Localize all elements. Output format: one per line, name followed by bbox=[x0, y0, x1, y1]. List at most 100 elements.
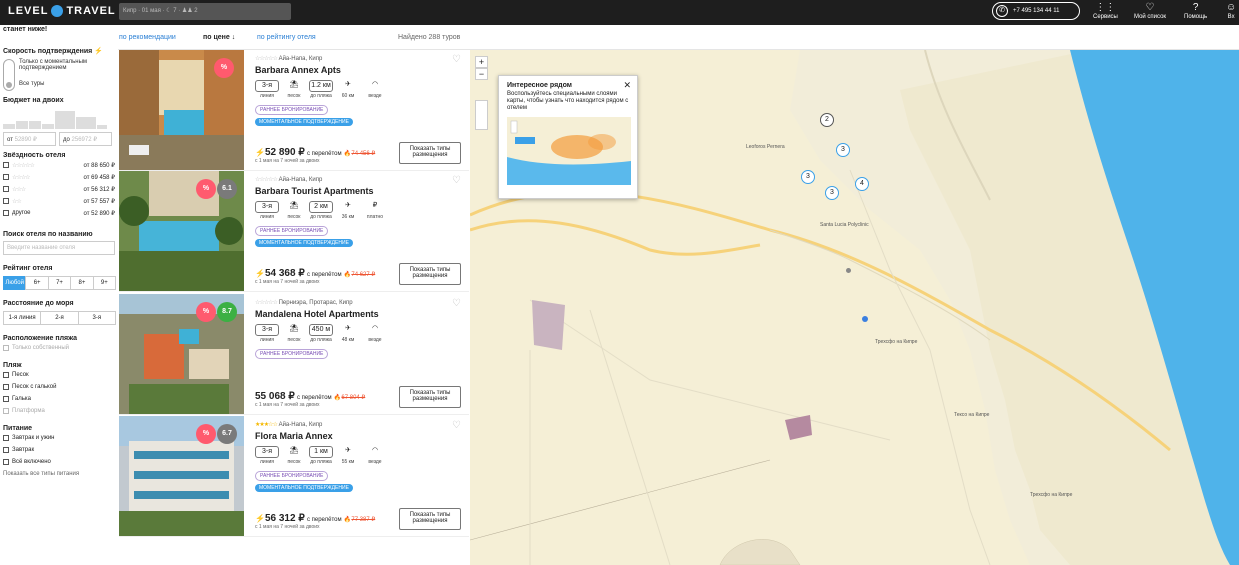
hotel-location: Айа-Напа, Кипр bbox=[278, 56, 323, 62]
speed-option-all[interactable]: Все туры bbox=[19, 81, 109, 87]
nav-my-list[interactable]: ♡ Мой список bbox=[1134, 2, 1166, 20]
nav-login[interactable]: ☺ Вх bbox=[1226, 2, 1236, 20]
sea-option-1[interactable]: 1-я линия bbox=[3, 311, 42, 325]
filter-title-hotel-search: Поиск отеля по названию bbox=[3, 231, 93, 238]
budget-to-field[interactable]: до 256972 ₽ bbox=[59, 132, 112, 146]
stars-option[interactable]: ☆☆☆ от 56 312 ₽ bbox=[3, 183, 115, 195]
stars-option[interactable]: ☆☆☆☆ от 69 458 ₽ bbox=[3, 171, 115, 183]
stars-option[interactable]: другое от 52 890 ₽ bbox=[3, 207, 115, 219]
feature-label: 36 км bbox=[341, 214, 355, 220]
feature-line: 3-я линия bbox=[255, 201, 279, 220]
speed-toggle[interactable]: Только с моментальным подтверждением Все… bbox=[3, 59, 115, 91]
hotel-name[interactable]: Mandalena Hotel Apartments bbox=[255, 309, 467, 319]
map-label: Santa Lucia Polyclinic bbox=[820, 222, 869, 228]
map-layers-control[interactable] bbox=[475, 100, 488, 130]
logo[interactable]: LEVEL TRAVEL bbox=[8, 5, 116, 17]
sort-recommendation[interactable]: по рекомендации bbox=[119, 34, 176, 41]
hotel-search-input[interactable]: Введите название отеля bbox=[3, 241, 115, 255]
map-cluster-marker[interactable]: 3 bbox=[801, 170, 815, 184]
map-hotel-marker[interactable] bbox=[862, 316, 868, 322]
popup-title: Интересное рядом bbox=[507, 82, 572, 89]
show-rooms-button[interactable]: Показать типы размещения bbox=[399, 142, 461, 164]
beach-option[interactable]: Песок bbox=[3, 369, 115, 381]
rating-option-7[interactable]: 7+ bbox=[47, 276, 72, 290]
checkbox[interactable] bbox=[3, 408, 9, 414]
show-rooms-button[interactable]: Показать типы размещения bbox=[399, 508, 461, 530]
map-cluster-marker[interactable]: 3 bbox=[836, 143, 850, 157]
filter-title-speed: Скорость подтверждения ⚡ bbox=[3, 47, 115, 55]
beach-option[interactable]: Платформа bbox=[3, 405, 115, 417]
rating-option-6[interactable]: 6+ bbox=[25, 276, 49, 290]
hotel-name[interactable]: Barbara Annex Apts bbox=[255, 65, 467, 75]
hotel-card[interactable]: % 6.7 ★★★☆☆ Айа-Напа, Кипр Flora Maria A… bbox=[119, 416, 469, 537]
food-option[interactable]: Завтрак и ужин bbox=[3, 432, 115, 444]
budget-to-label: до bbox=[63, 137, 70, 143]
map-zoom-out-button[interactable]: − bbox=[475, 68, 488, 80]
hotel-name[interactable]: Flora Maria Annex bbox=[255, 431, 467, 441]
hotel-location: Айа-Напа, Кипр bbox=[278, 177, 323, 183]
distance-value: 2 км bbox=[309, 201, 333, 213]
sea-option-3[interactable]: 3-я bbox=[77, 311, 116, 325]
show-rooms-button[interactable]: Показать типы размещения bbox=[399, 386, 461, 408]
hotel-name[interactable]: Barbara Tourist Apartments bbox=[255, 186, 467, 196]
sort-price[interactable]: по цене ↓ bbox=[203, 34, 235, 41]
checkbox[interactable] bbox=[3, 210, 9, 216]
checkbox[interactable] bbox=[3, 384, 9, 390]
stars-option[interactable]: ☆☆ от 57 557 ₽ bbox=[3, 195, 115, 207]
checkbox[interactable] bbox=[3, 435, 9, 441]
rating-option-9[interactable]: 9+ bbox=[92, 276, 117, 290]
food-option[interactable]: Завтрак bbox=[3, 444, 115, 456]
beach-option[interactable]: Галька bbox=[3, 393, 115, 405]
phone-button[interactable]: ✆ +7 495 134 44 11 bbox=[992, 2, 1080, 20]
rating-option-8[interactable]: 8+ bbox=[70, 276, 94, 290]
favorite-heart-icon[interactable]: ♡ bbox=[452, 420, 461, 431]
sea-option-2[interactable]: 2-я bbox=[40, 311, 79, 325]
checkbox[interactable] bbox=[3, 198, 9, 204]
hotel-card[interactable]: % 8.7 ☆☆☆☆☆ Перниэра, Протарас, Кипр Man… bbox=[119, 294, 469, 415]
map-zoom-in-button[interactable]: + bbox=[475, 56, 488, 68]
map-poi-marker[interactable] bbox=[846, 268, 851, 273]
stars-price: от 57 557 ₽ bbox=[83, 198, 115, 205]
beach-icon: ⛱ bbox=[289, 325, 299, 332]
map-label: Трехсфо на Кипре bbox=[1030, 492, 1073, 498]
nav-help[interactable]: ? Помощь bbox=[1184, 2, 1207, 20]
stars-option[interactable]: ☆☆☆☆☆ от 88 650 ₽ bbox=[3, 159, 115, 171]
map-cluster-marker[interactable]: 4 bbox=[855, 177, 869, 191]
hotel-card[interactable]: % ☆☆☆☆☆ Айа-Напа, Кипр Barbara Annex Apt… bbox=[119, 50, 469, 171]
map-cluster-marker[interactable]: 2 bbox=[820, 113, 834, 127]
distance-value: 450 м bbox=[309, 324, 333, 336]
beach-option[interactable]: Песок с галькой bbox=[3, 381, 115, 393]
rating-option-any[interactable]: Любой bbox=[3, 276, 27, 290]
hotel-price: 52 890 ₽ bbox=[264, 147, 305, 158]
hotel-features: 3-я линия ⛱ песок 2 км до пляжа ✈ 36 км ₽ пла… bbox=[255, 201, 467, 220]
favorite-heart-icon[interactable]: ♡ bbox=[452, 175, 461, 186]
early-booking-badge: РАННЕЕ БРОНИРОВАНИЕ bbox=[255, 226, 329, 236]
sort-rating[interactable]: по рейтингу отеля bbox=[257, 34, 316, 41]
filter-banner: станет ниже! bbox=[3, 26, 48, 33]
food-option[interactable]: Всё включено bbox=[3, 456, 115, 468]
logo-text-left: LEVEL bbox=[8, 5, 49, 17]
show-all-food-link[interactable]: Показать все типы питания bbox=[3, 471, 115, 477]
checkbox[interactable] bbox=[3, 447, 9, 453]
search-summary-field[interactable]: Кипр · 01 мая · ☾ 7 · ♟♟ 2 bbox=[119, 3, 291, 20]
favorite-heart-icon[interactable]: ♡ bbox=[452, 298, 461, 309]
checkbox[interactable] bbox=[3, 345, 9, 351]
beach-own-option[interactable]: Только собственный bbox=[3, 342, 115, 354]
map-label: Трехсфо на Кипре bbox=[875, 339, 918, 345]
checkbox[interactable] bbox=[3, 396, 9, 402]
feature-beach: ⛱ песок bbox=[282, 201, 306, 220]
checkbox[interactable] bbox=[3, 186, 9, 192]
budget-from-field[interactable]: от 52890 ₽ bbox=[3, 132, 56, 146]
show-rooms-button[interactable]: Показать типы размещения bbox=[399, 263, 461, 285]
checkbox[interactable] bbox=[3, 162, 9, 168]
checkbox[interactable] bbox=[3, 459, 9, 465]
close-icon[interactable]: ✕ bbox=[623, 80, 631, 91]
favorite-heart-icon[interactable]: ♡ bbox=[452, 54, 461, 65]
checkbox[interactable] bbox=[3, 174, 9, 180]
speed-option-instant[interactable]: Только с моментальным подтверждением bbox=[19, 59, 109, 71]
nav-services[interactable]: ⋮⋮ Сервисы bbox=[1093, 2, 1118, 20]
map-cluster-marker[interactable]: 3 bbox=[825, 186, 839, 200]
checkbox[interactable] bbox=[3, 372, 9, 378]
toggle-switch[interactable] bbox=[3, 59, 15, 91]
hotel-card[interactable]: % 6.1 ☆☆☆☆☆ Айа-Напа, Кипр Barbara Touri… bbox=[119, 171, 469, 292]
